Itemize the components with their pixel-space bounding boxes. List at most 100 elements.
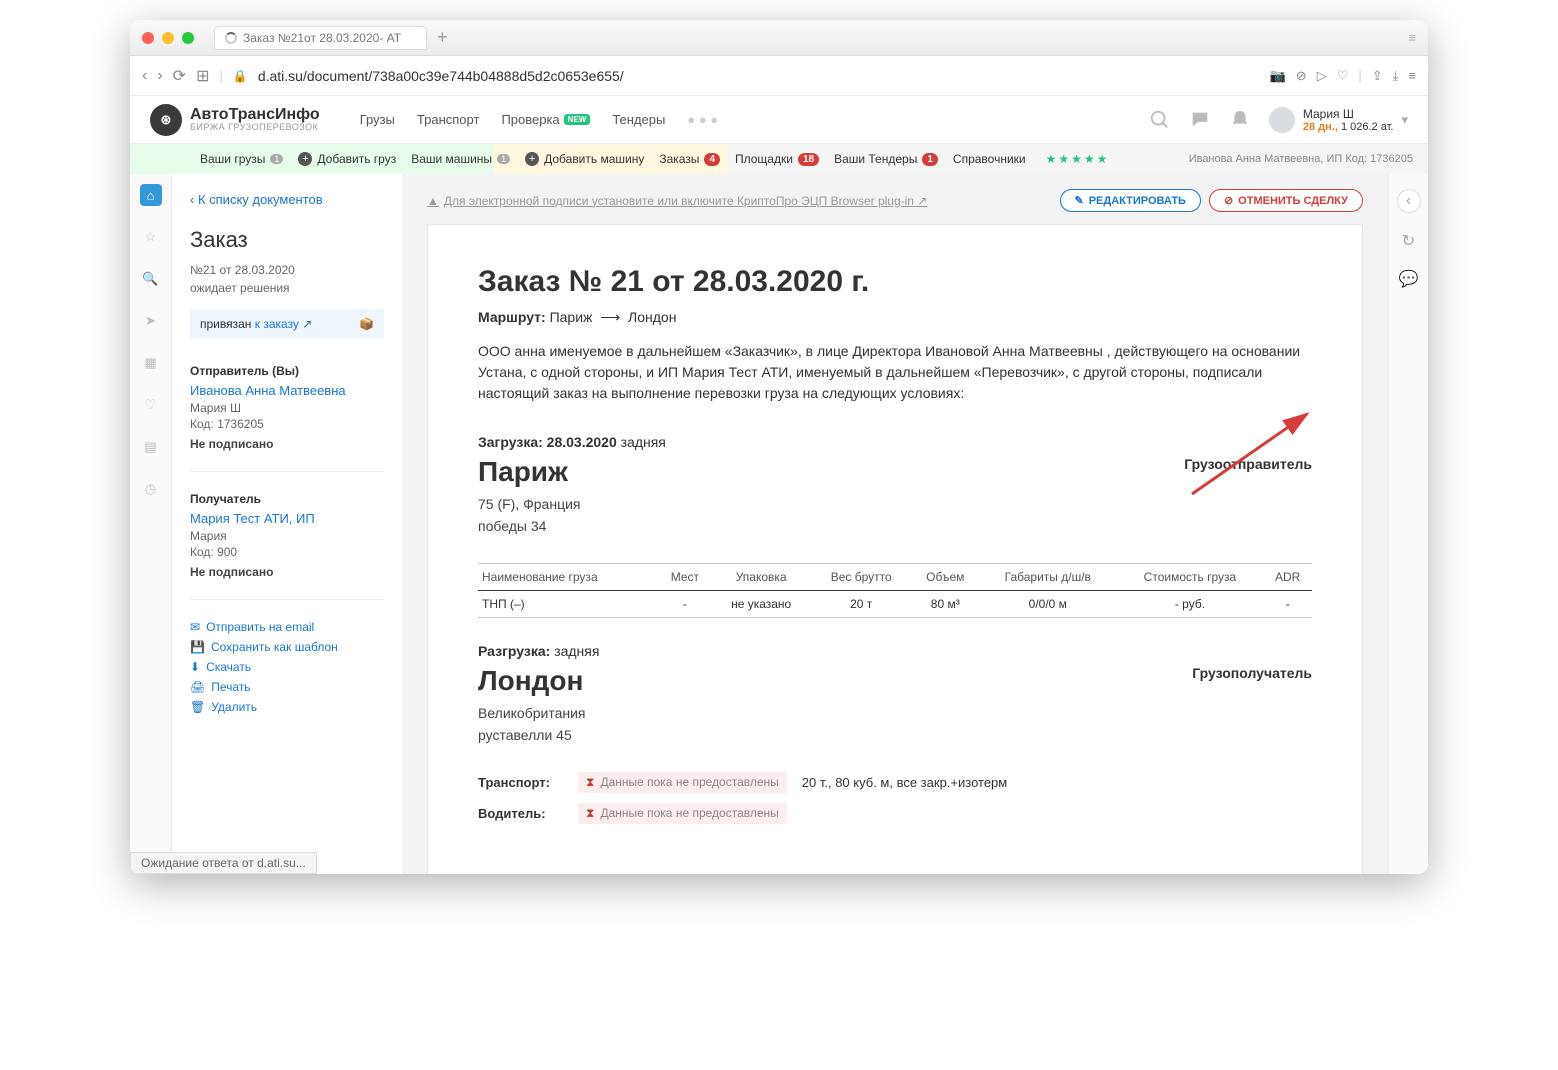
user-days: 28 дн.,	[1303, 121, 1338, 133]
action-print[interactable]: 🖨Печать	[190, 680, 384, 694]
tabs-menu-icon[interactable]: ≡	[1408, 30, 1416, 45]
rail-doc-icon[interactable]: ▤	[140, 436, 162, 458]
nav-back-button[interactable]: ‹	[142, 67, 147, 85]
site-header: ⊛ АвтоТрансИнфо БИРЖА ГРУЗОПЕРЕВОЗОК Гру…	[130, 96, 1428, 144]
nav-check[interactable]: ПроверкаNEW	[501, 112, 590, 127]
cancel-deal-button[interactable]: ⊘ОТМЕНИТЬ СДЕЛКУ	[1209, 189, 1363, 212]
action-download[interactable]: ⬇Скачать	[190, 660, 384, 674]
collapse-right-icon[interactable]: ‹	[1397, 189, 1421, 213]
window-titlebar: Заказ №21от 28.03.2020- АТ + ≡	[130, 20, 1428, 56]
subnav-platforms[interactable]: Площадки18	[735, 152, 819, 166]
close-window[interactable]	[142, 32, 154, 44]
nav-transport[interactable]: Транспорт	[417, 112, 480, 127]
crypto-warning[interactable]: ▲Для электронной подписи установите или …	[427, 194, 927, 208]
user-menu[interactable]: Мария Ш 28 дн., 1 026.2 ат. ▾	[1269, 107, 1408, 133]
bell-icon[interactable]	[1229, 109, 1251, 131]
loading-city: Париж	[478, 456, 580, 488]
edit-button[interactable]: ✎РЕДАКТИРОВАТЬ	[1060, 189, 1201, 212]
linked-order-link[interactable]: к заказу ↗	[255, 317, 313, 331]
logo-subtitle: БИРЖА ГРУЗОПЕРЕВОЗОК	[190, 123, 320, 133]
nav-cargo[interactable]: Грузы	[360, 112, 395, 127]
apps-icon[interactable]: ⊞	[196, 66, 209, 86]
sender-link[interactable]: Иванова Анна Матвеевна	[190, 383, 384, 398]
download-icon: ⬇	[190, 660, 200, 674]
mail-icon: ✉	[190, 620, 200, 634]
sidebar: ‹ К списку документов Заказ №21 от 28.03…	[172, 174, 402, 874]
sub-nav: Ваши грузы1 +Добавить груз Ваши машины1 …	[130, 144, 1428, 174]
hourglass-icon: ⧗	[586, 775, 594, 790]
cube-icon: 📦	[359, 317, 374, 331]
action-save-template[interactable]: 💾Сохранить как шаблон	[190, 640, 384, 654]
block-icon[interactable]: ⊘	[1296, 68, 1307, 84]
rail-clock-icon[interactable]: ◷	[140, 478, 162, 500]
sender-label: Отправитель (Вы)	[190, 364, 384, 378]
avatar	[1269, 107, 1295, 133]
plus-icon: +	[298, 152, 312, 166]
rail-star-icon[interactable]: ☆	[140, 226, 162, 248]
unloading-city: Лондон	[478, 665, 586, 697]
subnav-directory[interactable]: Справочники	[953, 152, 1026, 166]
recipient-link[interactable]: Мария Тест АТИ, ИП	[190, 511, 384, 526]
save-icon: 💾	[190, 640, 205, 654]
recipient-sign-status: Не подписано	[190, 565, 384, 579]
rail-search-icon[interactable]: 🔍	[140, 268, 162, 290]
action-delete[interactable]: 🗑Удалить	[190, 700, 384, 714]
transport-row: Транспорт: ⧗Данные пока не предоставлены…	[478, 772, 1312, 793]
subnav-orders[interactable]: Заказы4	[659, 152, 720, 166]
chat-icon[interactable]	[1189, 109, 1211, 131]
plus-icon: +	[525, 152, 539, 166]
subnav-add-truck[interactable]: +Добавить машину	[525, 152, 644, 166]
download-icon[interactable]: ⤓	[1393, 68, 1399, 84]
sender-code: Код: 1736205	[190, 417, 384, 431]
linked-order-box: привязан к заказу ↗ 📦	[190, 309, 384, 339]
status-bar: Ожидание ответа от d.ati.su...	[130, 852, 317, 874]
rail-send-icon[interactable]: ➤	[140, 310, 162, 332]
doc-title: Заказ № 21 от 28.03.2020 г.	[478, 265, 1312, 299]
address-bar: ‹ › ⟳ ⊞ | 🔒 d.ati.su/document/738a00c39e…	[130, 56, 1428, 96]
new-badge: NEW	[564, 114, 591, 125]
hourglass-icon: ⧗	[586, 806, 594, 821]
share-icon[interactable]: ⇪	[1372, 68, 1383, 84]
recipient-code: Код: 900	[190, 545, 384, 559]
minimize-window[interactable]	[162, 32, 174, 44]
back-to-list-link[interactable]: ‹ К списку документов	[190, 192, 384, 207]
subnav-your-trucks[interactable]: Ваши машины1	[411, 152, 510, 166]
consignee-title: Грузополучатель	[1192, 665, 1312, 747]
subnav-your-cargo[interactable]: Ваши грузы1	[200, 152, 283, 166]
user-name: Мария Ш	[1303, 107, 1394, 121]
logo[interactable]: ⊛ АвтоТрансИнфо БИРЖА ГРУЗОПЕРЕВОЗОК	[150, 104, 320, 136]
logo-icon: ⊛	[150, 104, 182, 136]
action-email[interactable]: ✉Отправить на email	[190, 620, 384, 634]
nav-more[interactable]: ● ● ●	[687, 112, 718, 127]
sender-sign-status: Не подписано	[190, 437, 384, 451]
nav-tenders[interactable]: Тендеры	[612, 112, 665, 127]
url-text[interactable]: d.ati.su/document/738a00c39e744b04888d5d…	[258, 68, 1260, 84]
rail-heart-icon[interactable]: ♡	[140, 394, 162, 416]
history-icon[interactable]: ↻	[1402, 231, 1415, 251]
rail-grid-icon[interactable]: ▦	[140, 352, 162, 374]
subnav-user-info: Иванова Анна Матвеевна, ИП Код: 1736205	[1189, 153, 1428, 165]
subnav-add-cargo[interactable]: +Добавить груз	[298, 152, 396, 166]
search-icon[interactable]	[1149, 109, 1171, 131]
new-tab-button[interactable]: +	[437, 27, 448, 48]
tab-title: Заказ №21от 28.03.2020- АТ	[243, 31, 401, 45]
subnav-your-tenders[interactable]: Ваши Тендеры1	[834, 152, 938, 166]
cargo-table: Наименование груза Мест Упаковка Вес бру…	[478, 563, 1312, 618]
reload-button[interactable]: ⟳	[173, 66, 186, 86]
play-icon[interactable]: ▷	[1317, 68, 1327, 84]
trash-icon: 🗑	[190, 700, 205, 714]
rail-home-icon[interactable]: ⌂	[140, 184, 162, 206]
rating-stars: ★★★★★	[1046, 152, 1110, 166]
chevron-down-icon: ▾	[1401, 112, 1408, 128]
table-row: ТНП (–) - не указано 20 т 80 м³ 0/0/0 м …	[478, 590, 1312, 617]
maximize-window[interactable]	[182, 32, 194, 44]
comments-icon[interactable]: 💬	[1399, 269, 1419, 289]
nav-forward-button[interactable]: ›	[157, 67, 162, 85]
left-rail: ⌂ ☆ 🔍 ➤ ▦ ♡ ▤ ◷	[130, 174, 172, 874]
camera-icon[interactable]: 📷	[1270, 68, 1286, 84]
lock-icon: 🔒	[233, 69, 248, 83]
warning-icon: ▲	[427, 194, 439, 208]
menu-icon[interactable]: ≡	[1408, 68, 1416, 83]
browser-tab[interactable]: Заказ №21от 28.03.2020- АТ	[214, 26, 427, 50]
heart-icon[interactable]: ♡	[1337, 68, 1349, 84]
